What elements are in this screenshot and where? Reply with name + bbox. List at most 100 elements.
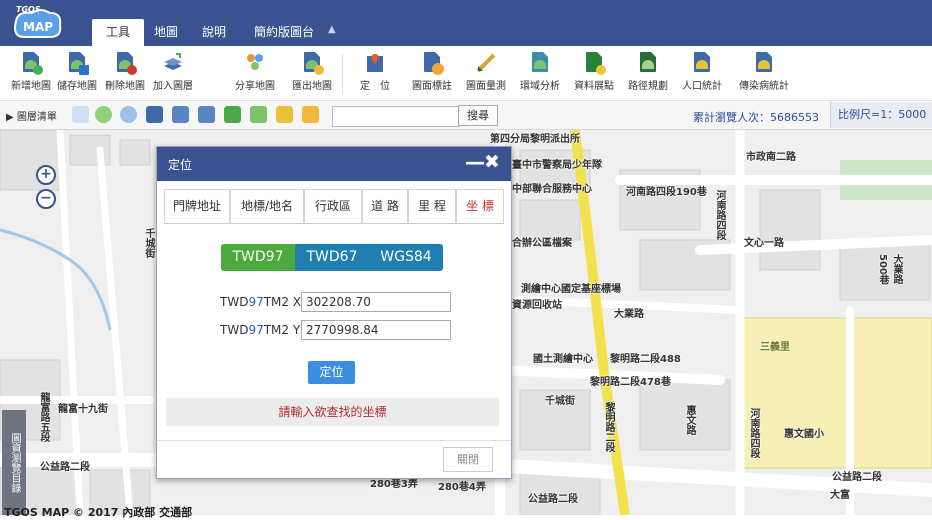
map-label: 千城街 xyxy=(143,228,154,258)
twd97-button[interactable]: TWD97 xyxy=(221,244,295,271)
annotate-button[interactable]: 圖面標註 xyxy=(410,52,454,98)
logo-top-text: TGOS xyxy=(16,5,41,14)
map-label: 河南路四段190巷 xyxy=(626,187,707,198)
route-plan-button[interactable]: 路徑規劃 xyxy=(626,52,670,98)
menu-tab-tools[interactable]: 工具 xyxy=(92,19,144,46)
menu-tab-help[interactable]: 說明 xyxy=(196,19,232,46)
plot-points-button[interactable]: 資料展點 xyxy=(572,52,616,98)
map-label: 市政南二路 xyxy=(746,152,796,163)
tab-road[interactable]: 道 路 xyxy=(362,189,408,223)
tab-district[interactable]: 行政區 xyxy=(304,189,362,223)
save-map-icon xyxy=(66,52,89,75)
map-label: 公益路二段 xyxy=(40,462,90,473)
zoom-out-icon[interactable] xyxy=(120,106,137,123)
save-map-button[interactable]: 儲存地圖 xyxy=(56,52,98,98)
y-label-prefix: TWD xyxy=(220,323,249,337)
logo-text: MAP xyxy=(23,20,54,34)
tab-mileage[interactable]: 里 程 xyxy=(408,189,456,223)
search-button[interactable]: 搜尋 xyxy=(458,105,498,126)
pan-hand-icon[interactable] xyxy=(72,106,89,123)
tab-landmark[interactable]: 地標/地名 xyxy=(230,189,304,223)
locate-icon xyxy=(364,52,386,74)
population-stats-button[interactable]: 人口統計 xyxy=(680,52,724,98)
save-map-label: 儲存地圖 xyxy=(57,81,97,92)
map-label: 惠文路 xyxy=(684,405,695,435)
tgos-map-logo[interactable]: TGOS MAP xyxy=(10,5,64,41)
minimize-icon[interactable]: — xyxy=(465,150,485,174)
next-view-icon[interactable] xyxy=(198,106,215,123)
map-label: 國土測繪中心 xyxy=(533,354,593,365)
map-scale: 比例尺=1：5000 xyxy=(830,102,932,128)
buffer-analysis-button[interactable]: 環域分析 xyxy=(518,52,562,98)
map-label: 資源回收站 xyxy=(512,300,562,311)
share-map-label: 分享地圖 xyxy=(235,81,275,92)
buffer-analysis-label: 環域分析 xyxy=(520,81,560,92)
export-map-button[interactable]: 匯出地圖 xyxy=(290,52,334,98)
toolbar-divider xyxy=(342,54,343,94)
locate-submit-button[interactable]: 定位 xyxy=(308,361,355,384)
population-stats-icon xyxy=(691,52,713,74)
bookmark-icon[interactable] xyxy=(276,106,293,123)
x-label-prefix: TWD xyxy=(220,295,249,309)
zoom-in-icon[interactable] xyxy=(95,106,112,123)
share-map-button[interactable]: 分享地圖 xyxy=(232,52,278,98)
map-label: 公益路二段 xyxy=(528,494,578,505)
layer-list-toggle[interactable]: ▶ 圖層清單 xyxy=(6,108,57,123)
search-input[interactable] xyxy=(332,106,460,127)
menu-tab-simple-view[interactable]: 簡約版圖台 xyxy=(246,19,322,46)
split-view-icon[interactable] xyxy=(224,106,241,123)
menu-tab-map[interactable]: 地圖 xyxy=(148,19,184,46)
map-zoom-in-button[interactable]: + xyxy=(36,165,56,185)
locate-label: 定 位 xyxy=(360,81,390,92)
measure-icon xyxy=(475,52,497,74)
locate-dialog: 定位 — ✖ 門牌地址 地標/地名 行政區 道 路 里 程 坐 標 TWD97 … xyxy=(156,146,512,479)
map-label: 河南路四段 xyxy=(748,408,759,458)
population-stats-label: 人口統計 xyxy=(682,81,722,92)
pencil-icon[interactable] xyxy=(250,106,267,123)
previous-view-icon[interactable] xyxy=(172,106,189,123)
dialog-header[interactable]: 定位 — ✖ xyxy=(157,147,511,181)
export-map-label: 匯出地圖 xyxy=(292,81,332,92)
tab-address[interactable]: 門牌地址 xyxy=(164,189,230,223)
x-coordinate-field[interactable] xyxy=(301,292,451,312)
map-label: 合辦公區檔案 xyxy=(512,238,572,249)
full-extent-icon[interactable] xyxy=(146,106,163,123)
map-label: 文心一路 xyxy=(744,238,784,249)
map-label: 惠文國小 xyxy=(784,429,824,440)
share-map-icon xyxy=(244,52,266,74)
hint-message: 請輸入欲查找的坐標 xyxy=(166,398,499,426)
new-map-button[interactable]: 新增地圖 xyxy=(10,52,52,98)
y-label-suffix: TM2 Y xyxy=(263,323,301,337)
map-label: 大富 xyxy=(830,490,850,501)
y-coordinate-field[interactable] xyxy=(301,320,451,340)
y-coordinate-label: TWD97TM2 Y xyxy=(220,323,300,337)
dialog-divider xyxy=(157,440,511,441)
coordinate-system-switch: TWD97 TWD67 WGS84 xyxy=(221,244,443,271)
dialog-close-button[interactable]: 關閉 xyxy=(443,447,493,472)
annotate-icon xyxy=(421,52,444,75)
x-label-suffix: TM2 X xyxy=(263,295,302,309)
map-label: 黎明路二段 xyxy=(603,402,614,452)
tab-coordinates[interactable]: 坐 標 xyxy=(456,189,504,223)
main-toolbar: 新增地圖 儲存地圖 刪除地圖 加入圖層 分享地圖 匯出地圖 定 位 圖面標註 圖… xyxy=(0,46,932,101)
map-label: 臺中市警察局少年隊 xyxy=(512,160,602,171)
disease-stats-button[interactable]: 傳染病統計 xyxy=(734,52,794,98)
map-label: 中部聯合服務中心 xyxy=(512,184,592,195)
triangle-up-icon[interactable]: ▲ xyxy=(328,24,336,35)
x-label-datum: 97 xyxy=(248,295,264,309)
map-zoom-out-button[interactable]: − xyxy=(36,189,56,209)
map-label: 龍富路五段 xyxy=(38,392,49,442)
wgs84-button[interactable]: WGS84 xyxy=(369,244,443,271)
print-icon[interactable] xyxy=(302,106,319,123)
map-label: 280巷4弄 xyxy=(438,482,486,493)
add-layer-button[interactable]: 加入圖層 xyxy=(152,52,194,98)
map-label: 第四分局黎明派出所 xyxy=(490,134,580,145)
delete-map-button[interactable]: 刪除地圖 xyxy=(104,52,146,98)
close-icon[interactable]: ✖ xyxy=(484,151,500,173)
twd67-button[interactable]: TWD67 xyxy=(295,244,369,271)
locate-button[interactable]: 定 位 xyxy=(356,52,394,98)
map-label: 三義里 xyxy=(760,342,790,353)
measure-button[interactable]: 圖面量測 xyxy=(464,52,508,98)
map-label: 公益路二段 xyxy=(832,472,882,483)
data-catalog-tab[interactable]: 圖資瀏覽目錄 xyxy=(2,410,26,515)
